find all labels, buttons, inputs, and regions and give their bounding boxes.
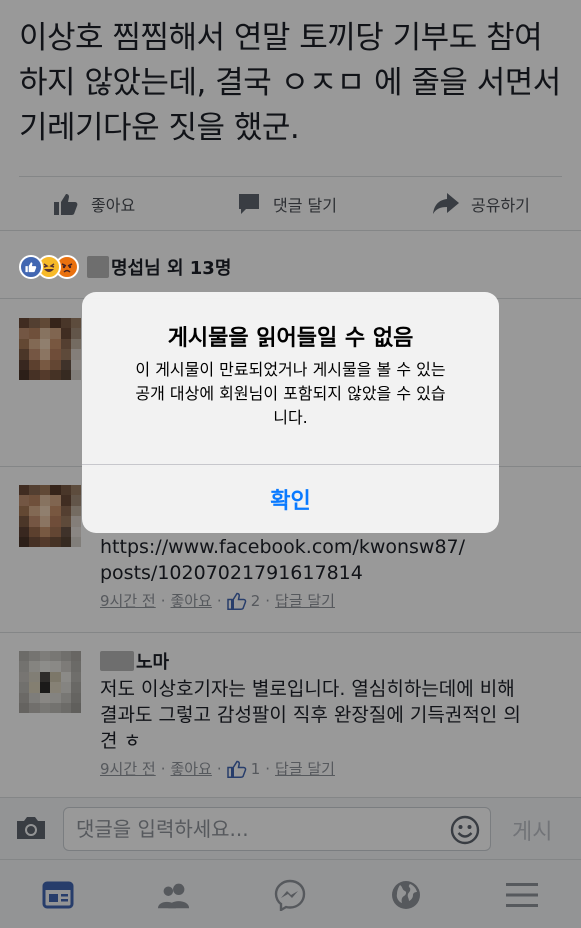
alert-message-line: 공개 대상에 회원님이 포함되지 않았을 수 있습 (135, 384, 446, 403)
alert-dialog: 게시물을 읽어들일 수 없음 이 게시물이 만료되었거나 게시물을 볼 수 있는… (82, 292, 499, 533)
facebook-post-page: 이상호 찜찜해서 연말 토끼당 기부도 참여하지 않았는데, 결국 ㅇㅈㅁ 에 … (0, 0, 581, 928)
like-reaction-icon (19, 255, 43, 279)
alert-message: 이 게시물이 만료되었거나 게시물을 볼 수 있는 공개 대상에 회원님이 포함… (106, 358, 475, 430)
alert-message-line: 이 게시물이 만료되었거나 게시물을 볼 수 있는 (135, 360, 446, 379)
alert-message-line: 니다. (273, 408, 308, 427)
alert-title: 게시물을 읽어들일 수 없음 (167, 326, 414, 351)
confirm-button[interactable]: 확인 (82, 465, 499, 533)
